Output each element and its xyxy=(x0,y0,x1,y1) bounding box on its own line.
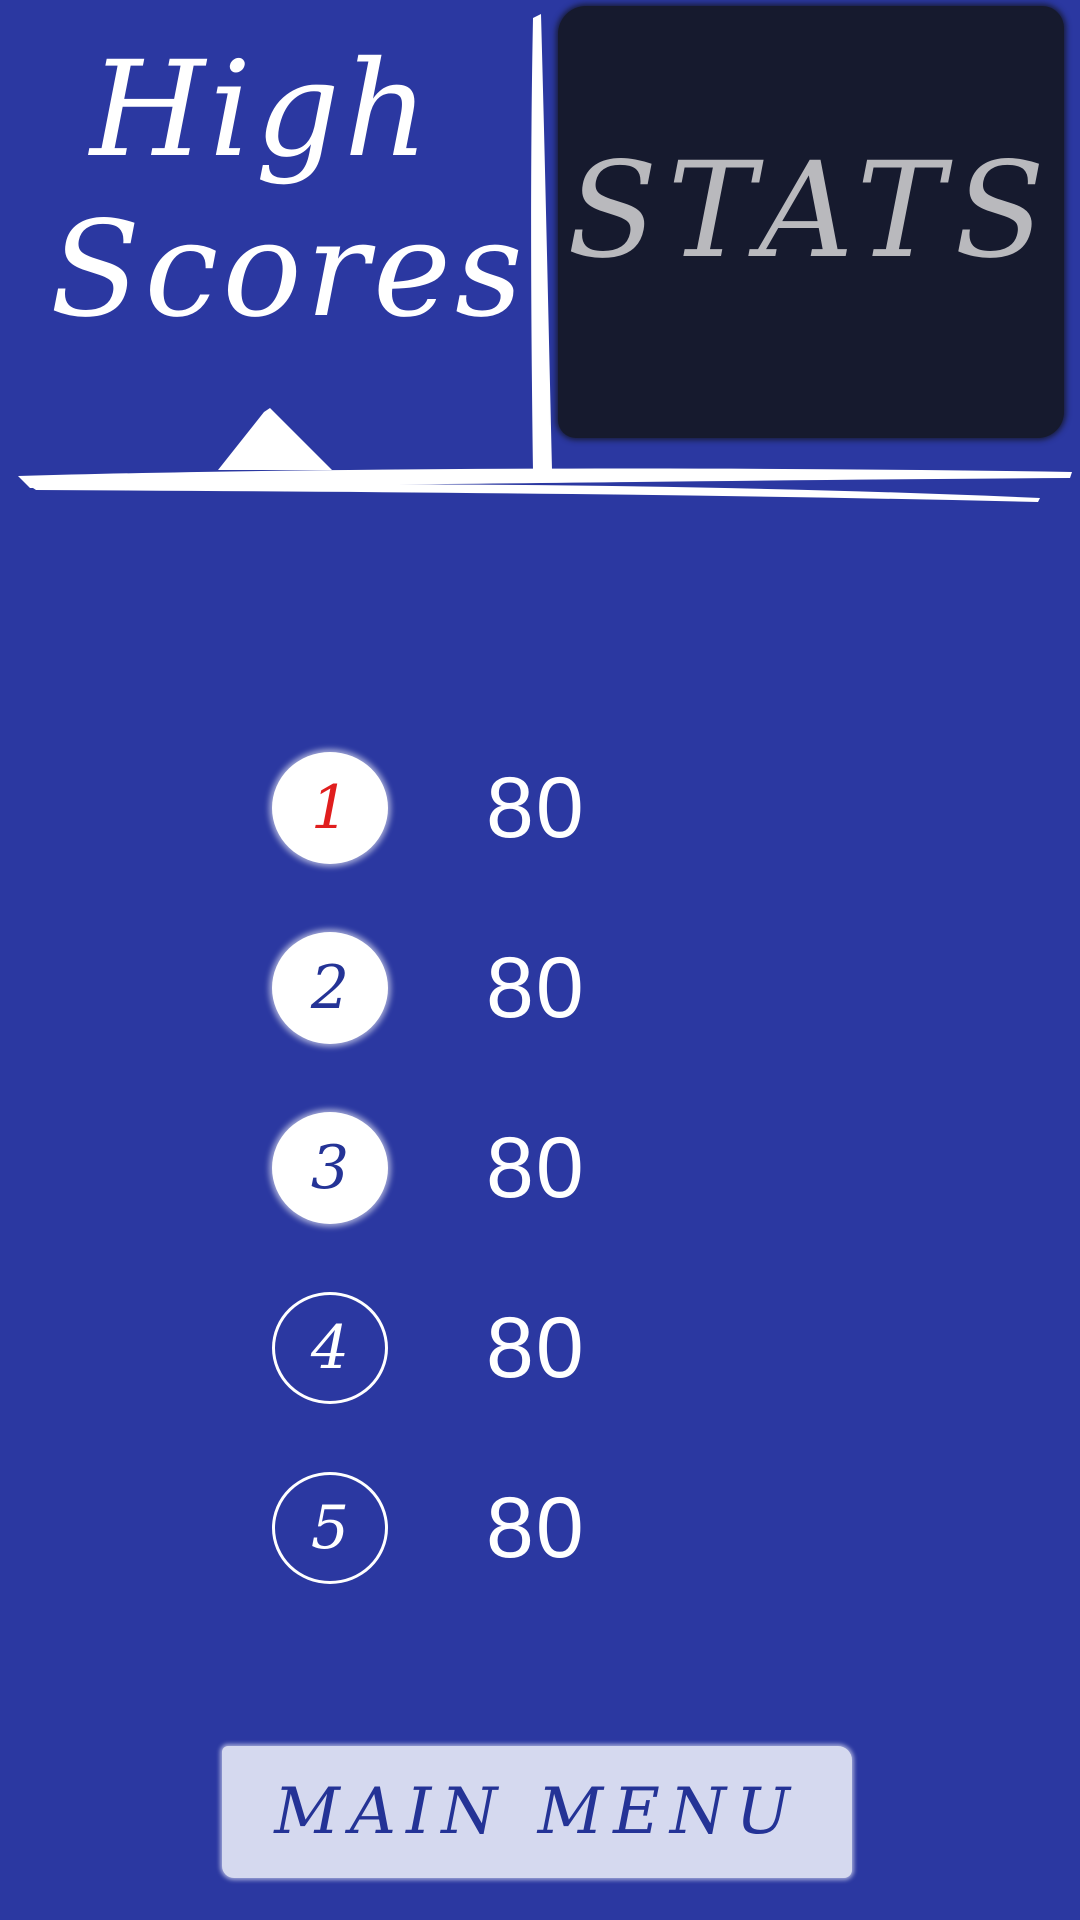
high-scores-title-line1: High xyxy=(90,33,433,187)
stats-tab-label: STATS xyxy=(567,134,1055,288)
main-menu-label: MAIN MENU xyxy=(274,1775,800,1849)
rank-badge: 4 xyxy=(272,1292,388,1404)
score-value: 80 xyxy=(486,1120,586,1216)
score-row: 2 80 xyxy=(272,932,872,1112)
high-scores-title-line2: Scores xyxy=(50,193,527,347)
score-value: 80 xyxy=(486,760,586,856)
score-row: 5 80 xyxy=(272,1472,872,1652)
tab-vertical-divider xyxy=(531,14,552,470)
rank-badge: 3 xyxy=(272,1112,388,1224)
score-row: 3 80 xyxy=(272,1112,872,1292)
main-menu-button[interactable]: MAIN MENU xyxy=(222,1746,852,1878)
rank-badge: 2 xyxy=(272,932,388,1044)
rank-badge: 1 xyxy=(272,752,388,864)
tab-underline xyxy=(18,468,1072,488)
rank-badge: 5 xyxy=(272,1472,388,1584)
score-list: 1 80 2 80 3 80 4 80 5 80 xyxy=(272,752,872,1652)
score-value: 80 xyxy=(486,1300,586,1396)
tab-high-scores[interactable]: High Scores xyxy=(20,20,527,460)
score-value: 80 xyxy=(486,940,586,1036)
score-row: 4 80 xyxy=(272,1292,872,1472)
tab-stats[interactable]: STATS xyxy=(558,6,1064,438)
score-row: 1 80 xyxy=(272,752,872,932)
score-value: 80 xyxy=(486,1480,586,1576)
high-scores-title: High Scores xyxy=(50,30,527,350)
